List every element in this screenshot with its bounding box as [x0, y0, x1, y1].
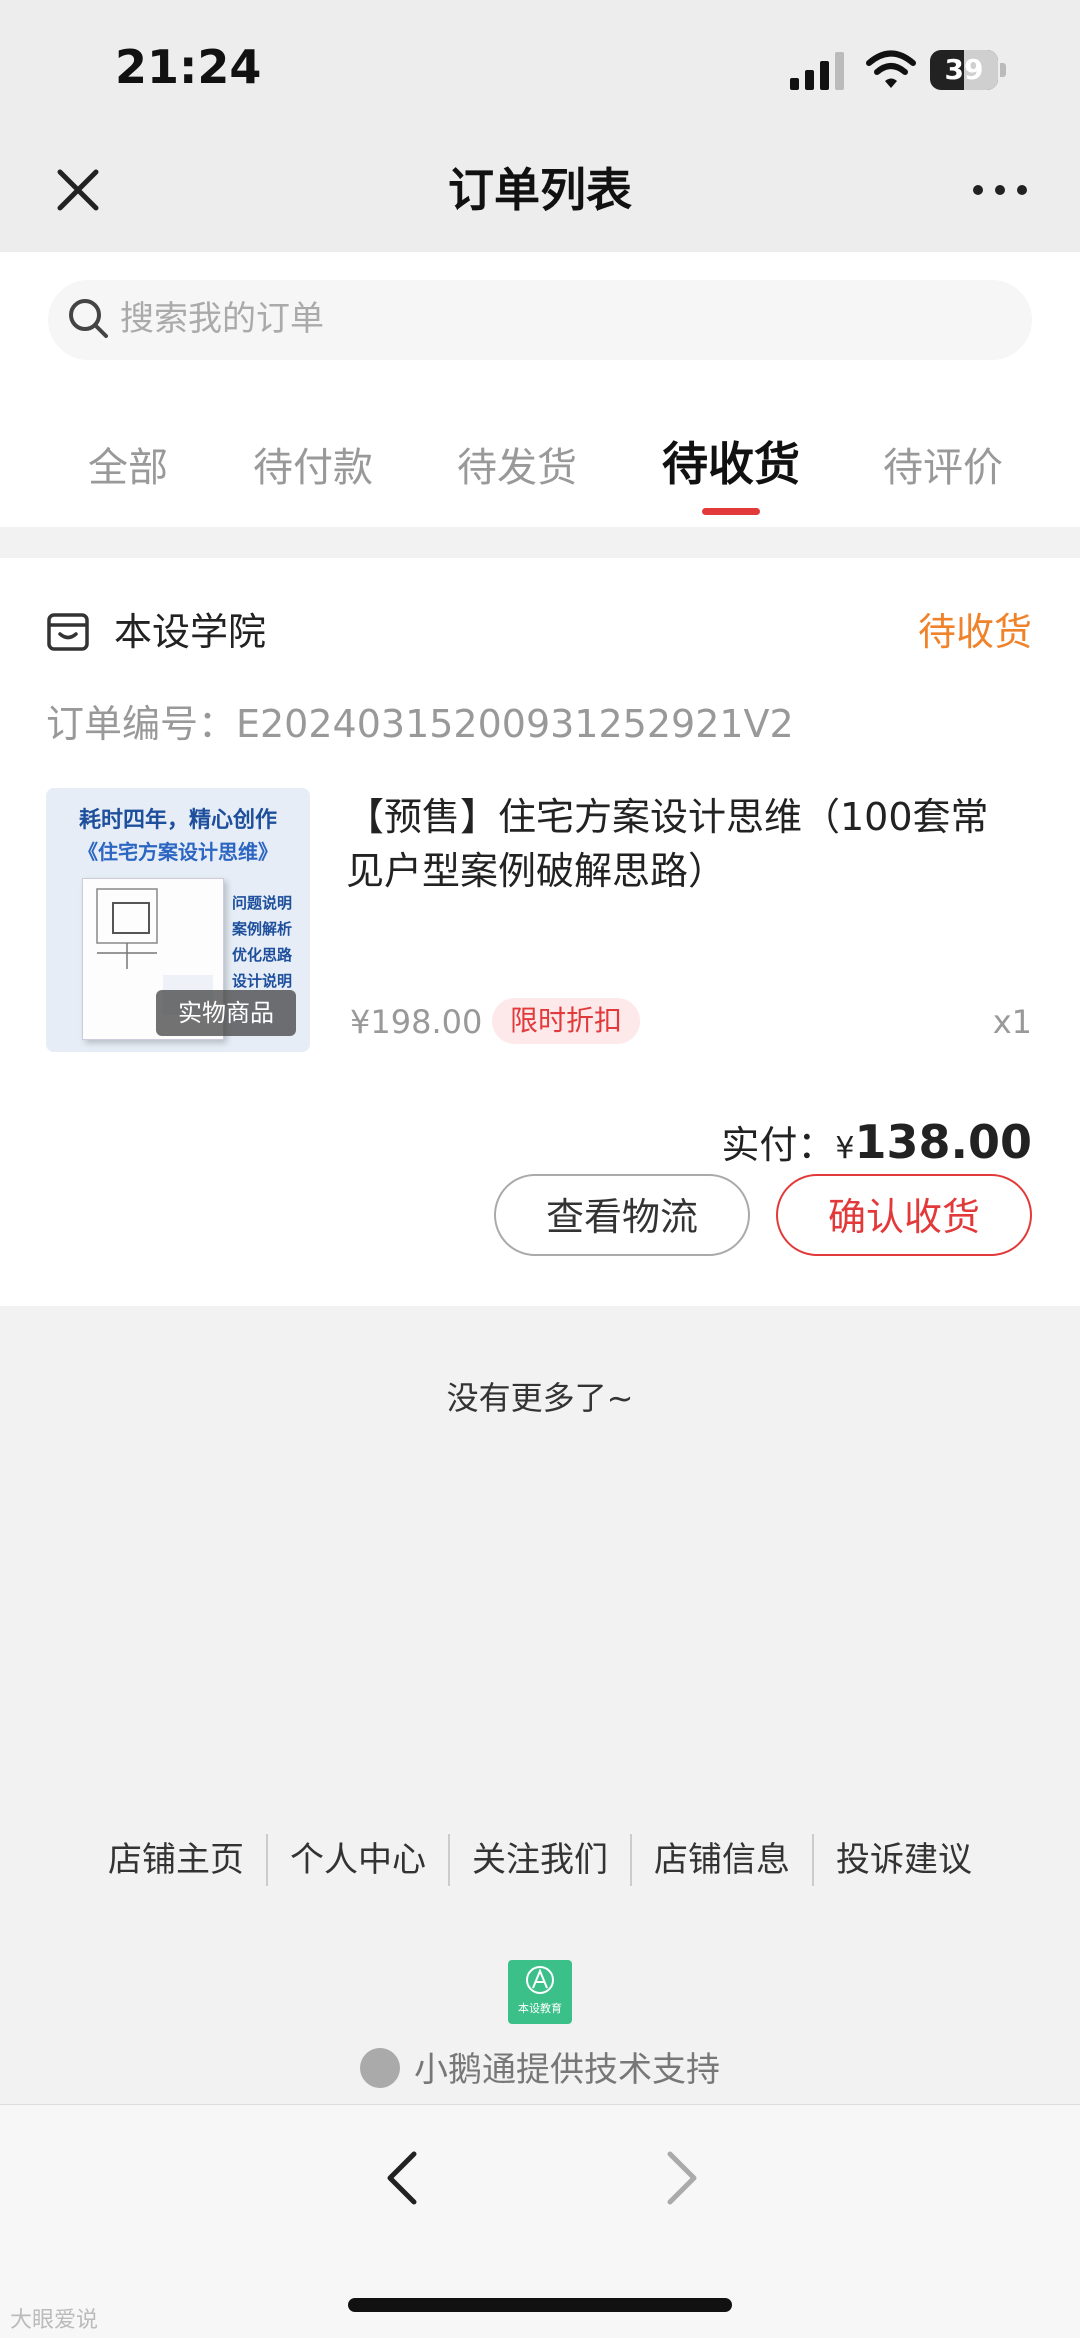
wifi-icon — [866, 50, 916, 88]
shop-logo: 本设教育 — [508, 1960, 572, 2024]
powered-by: 小鹅通提供技术支持 — [0, 2046, 1080, 2094]
logo-text: 本设教育 — [518, 2002, 562, 2015]
footer-link-shop-home[interactable]: 店铺主页 — [86, 1832, 266, 1888]
footer-link-personal-center[interactable]: 个人中心 — [268, 1832, 448, 1888]
tab-pending-payment[interactable]: 待付款 — [240, 440, 386, 496]
search-placeholder: 搜索我的订单 — [120, 299, 324, 339]
tab-pending-shipment[interactable]: 待发货 — [444, 440, 590, 496]
more-icon[interactable] — [970, 176, 1030, 204]
active-tab-indicator — [702, 508, 760, 515]
paid-amount-row: 实付：¥138.00 — [0, 1112, 1032, 1183]
thumbnail-bullets: 问题说明 案例解析 优化思路 设计说明 — [232, 894, 293, 990]
battery-level: 39 — [944, 53, 984, 86]
search-icon — [69, 299, 108, 338]
xiaoe-logo-icon — [360, 2047, 400, 2088]
page-title: 订单列表 — [448, 163, 632, 217]
paid-currency: ¥ — [835, 1131, 855, 1166]
no-more-text: 没有更多了~ — [446, 1379, 634, 1417]
footer-link-shop-info[interactable]: 店铺信息 — [632, 1832, 812, 1888]
watermark: 大眼爱说 — [10, 2308, 99, 2333]
powered-by-text: 小鹅通提供技术支持 — [414, 2050, 720, 2090]
product-title[interactable]: 【预售】住宅方案设计思维（100套常见户型案例破解思路） — [346, 790, 1026, 898]
thumbnail-headline: 耗时四年，精心创作 — [78, 808, 277, 833]
thumbnail-subtitle: 《住宅方案设计思维》 — [78, 840, 278, 864]
footer-link-feedback[interactable]: 投诉建议 — [814, 1832, 994, 1888]
paid-amount: 138.00 — [854, 1115, 1032, 1169]
forward-arrow-icon[interactable] — [660, 2148, 704, 2208]
back-arrow-icon[interactable] — [380, 2148, 424, 2208]
view-logistics-button[interactable]: 查看物流 — [494, 1174, 750, 1256]
tab-all[interactable]: 全部 — [68, 440, 188, 496]
status-time: 21:24 — [115, 40, 262, 94]
home-indicator — [348, 2298, 732, 2312]
battery-icon: 39 — [930, 50, 1006, 90]
tab-pending-review[interactable]: 待评价 — [870, 440, 1016, 496]
order-number: 订单编号：E20240315200931252921V2 — [46, 702, 794, 746]
confirm-receipt-button[interactable]: 确认收货 — [776, 1174, 1032, 1256]
paid-label: 实付： — [721, 1123, 836, 1167]
order-status: 待收货 — [917, 610, 1032, 654]
quantity: x1 — [992, 1003, 1032, 1041]
footer-links: 店铺主页 个人中心 关注我们 店铺信息 投诉建议 — [0, 1832, 1080, 1888]
footer-link-follow-us[interactable]: 关注我们 — [450, 1832, 630, 1888]
cellular-signal-icon — [790, 52, 844, 90]
tab-pending-receipt[interactable]: 待收货 — [650, 436, 812, 492]
